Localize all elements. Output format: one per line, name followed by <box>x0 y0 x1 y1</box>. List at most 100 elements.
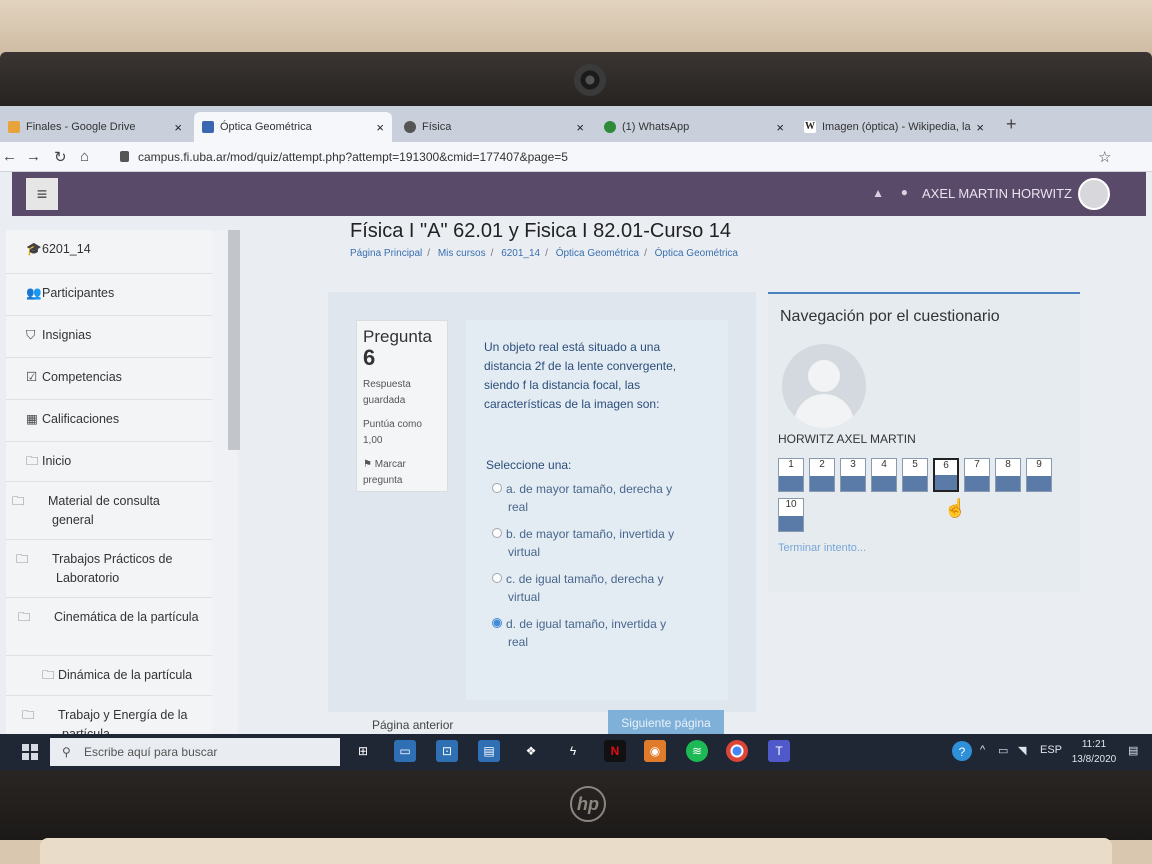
radio-button[interactable] <box>492 483 502 493</box>
answer-option-b[interactable]: b. de mayor tamaño, invertida y virtual <box>492 525 712 561</box>
quiz-question-button[interactable]: 3 <box>840 458 866 492</box>
tray-chevron-icon[interactable]: ^ <box>980 744 985 756</box>
windows-start-icon[interactable] <box>22 744 38 760</box>
wifi-icon[interactable]: ◥ <box>1018 744 1026 757</box>
quiz-question-button[interactable]: 4 <box>871 458 897 492</box>
question-number-label: 5 <box>912 459 918 470</box>
sidebar-item-course[interactable]: 🎓6201_14 <box>6 230 212 274</box>
next-page-button[interactable]: Siguiente página <box>608 710 724 736</box>
tab-optica-geometrica[interactable]: Óptica Geométrica × <box>194 112 392 142</box>
forward-icon[interactable]: → <box>26 148 41 165</box>
wikipedia-icon: W <box>804 121 816 133</box>
tab-wikipedia[interactable]: W Imagen (óptica) - Wikipedia, la × <box>796 112 992 142</box>
taskbar-search-input[interactable]: ⚲ Escribe aquí para buscar <box>50 738 340 766</box>
chrome-icon[interactable] <box>726 740 748 762</box>
file-explorer-icon[interactable]: ▭ <box>394 740 416 762</box>
netflix-icon[interactable]: N <box>604 740 626 762</box>
app-orange-icon[interactable]: ◉ <box>644 740 666 762</box>
tab-fisica[interactable]: Física × <box>396 112 592 142</box>
tab-whatsapp[interactable]: (1) WhatsApp × <box>596 112 792 142</box>
sidebar-item-inicio[interactable]: 🗀 Inicio <box>6 442 212 482</box>
sidebar-item-label: Inicio <box>42 454 72 468</box>
sidebar-item-dinamica[interactable]: 🗀 Dinámica de la partícula <box>6 656 212 696</box>
breadcrumb-item[interactable]: Óptica Geométrica <box>655 248 738 259</box>
quiz-question-button[interactable]: 1 <box>778 458 804 492</box>
url-field[interactable]: campus.fi.uba.ar/mod/quiz/attempt.php?at… <box>116 147 1116 167</box>
radio-button[interactable] <box>492 528 502 538</box>
folder-icon: 🗀 <box>22 708 35 722</box>
close-icon[interactable]: × <box>976 120 984 135</box>
breadcrumb-item[interactable]: Página Principal <box>350 248 422 259</box>
reload-icon[interactable]: ↻ <box>54 148 67 166</box>
sidebar-item-competencias[interactable]: ☑ Competencias <box>6 358 212 400</box>
radio-button-selected[interactable] <box>492 618 502 628</box>
back-icon[interactable]: ← <box>2 148 17 165</box>
quiz-question-button-current[interactable]: 6 <box>933 458 959 492</box>
quiz-question-button[interactable]: 8 <box>995 458 1021 492</box>
user-name[interactable]: AXEL MARTIN HORWITZ <box>922 186 1072 201</box>
bell-icon[interactable]: ▲ <box>872 186 884 200</box>
quiz-question-button[interactable]: 5 <box>902 458 928 492</box>
sidebar-item-label: Insignias <box>42 328 92 342</box>
close-icon[interactable]: × <box>174 120 182 135</box>
quiz-question-button[interactable]: 10 <box>778 498 804 532</box>
quiz-question-button[interactable]: 9 <box>1026 458 1052 492</box>
sidebar-item-trabajos-practicos[interactable]: 🗀 Trabajos Prácticos de Laboratorio <box>6 540 212 598</box>
question-number-label: 6 <box>943 460 949 471</box>
menu-icon[interactable]: ≡ <box>26 178 58 210</box>
spotify-icon[interactable]: ≋ <box>686 740 708 762</box>
breadcrumb-separator: / <box>644 248 647 259</box>
chat-icon[interactable]: ● <box>901 185 908 199</box>
sidebar-item-participantes[interactable]: 👥Participantes <box>6 274 212 316</box>
option-text-2: real <box>508 500 529 514</box>
close-icon[interactable]: × <box>376 120 384 135</box>
answer-option-d[interactable]: d. de igual tamaño, invertida y real <box>492 615 712 651</box>
sidebar-scrollbar[interactable] <box>228 230 240 450</box>
answer-option-a[interactable]: a. de mayor tamaño, derecha y real <box>492 480 712 516</box>
address-bar: ← → ↻ ⌂ campus.fi.uba.ar/mod/quiz/attemp… <box>0 142 1152 172</box>
sidebar-item-label: 6201_14 <box>42 242 91 256</box>
tab-title: (1) WhatsApp <box>622 121 690 133</box>
sidebar-item-insignias[interactable]: ⛉ Insignias <box>6 316 212 358</box>
clock-date: 13/8/2020 <box>1071 754 1117 765</box>
close-icon[interactable]: × <box>576 120 584 135</box>
bookmark-star-icon[interactable]: ☆ <box>1098 148 1111 166</box>
help-icon[interactable]: ? <box>952 741 972 761</box>
previous-page-button[interactable]: Página anterior <box>372 718 453 732</box>
tab-google-drive[interactable]: Finales - Google Drive × <box>0 112 190 142</box>
taskbar-clock[interactable]: 11:21 13/8/2020 <box>1066 737 1122 767</box>
sidebar-item-material[interactable]: 🗀 Material de consulta general <box>6 482 212 540</box>
task-view-icon[interactable]: ⊞ <box>352 740 374 762</box>
globe-icon <box>404 121 416 133</box>
folder-icon: 🗀 <box>12 494 25 508</box>
battery-icon[interactable]: ▭ <box>998 744 1008 757</box>
close-icon[interactable]: × <box>776 120 784 135</box>
language-indicator[interactable]: ESP <box>1040 744 1062 756</box>
radio-button[interactable] <box>492 573 502 583</box>
quiz-nav-title: Navegación por el cuestionario <box>780 308 1000 325</box>
avatar[interactable] <box>1078 178 1110 210</box>
new-tab-icon[interactable]: + <box>1006 114 1017 135</box>
quiz-question-button[interactable]: 7 <box>964 458 990 492</box>
dropbox-icon[interactable]: ❖ <box>520 740 542 762</box>
sidebar-item-calificaciones[interactable]: ▦ Calificaciones <box>6 400 212 442</box>
notifications-icon[interactable]: ▤ <box>1128 744 1138 757</box>
option-text: de mayor tamaño, invertida y <box>519 527 675 541</box>
sidebar-item-cinematica[interactable]: 🗀 Cinemática de la partícula <box>6 598 212 656</box>
teams-icon[interactable]: T <box>768 740 790 762</box>
question-number-label: 1 <box>788 459 794 470</box>
home-icon[interactable]: ⌂ <box>80 148 89 165</box>
hand-cursor-icon: ☝ <box>944 498 967 518</box>
breadcrumb-item[interactable]: Óptica Geométrica <box>556 248 639 259</box>
search-icon: ⚲ <box>62 745 71 759</box>
app-icon[interactable]: ▤ <box>478 740 500 762</box>
breadcrumb-item[interactable]: Mis cursos <box>438 248 486 259</box>
breadcrumb-item[interactable]: 6201_14 <box>501 248 540 259</box>
store-icon[interactable]: ⊡ <box>436 740 458 762</box>
bolt-icon[interactable]: ϟ <box>562 740 584 762</box>
question-content: Un objeto real está situado a una distan… <box>466 320 728 700</box>
finish-attempt-link[interactable]: Terminar intento... <box>778 542 866 554</box>
answer-option-c[interactable]: c. de igual tamaño, derecha y virtual <box>492 570 712 606</box>
flag-question[interactable]: ⚑ Marcar pregunta <box>363 457 441 489</box>
quiz-question-button[interactable]: 2 <box>809 458 835 492</box>
